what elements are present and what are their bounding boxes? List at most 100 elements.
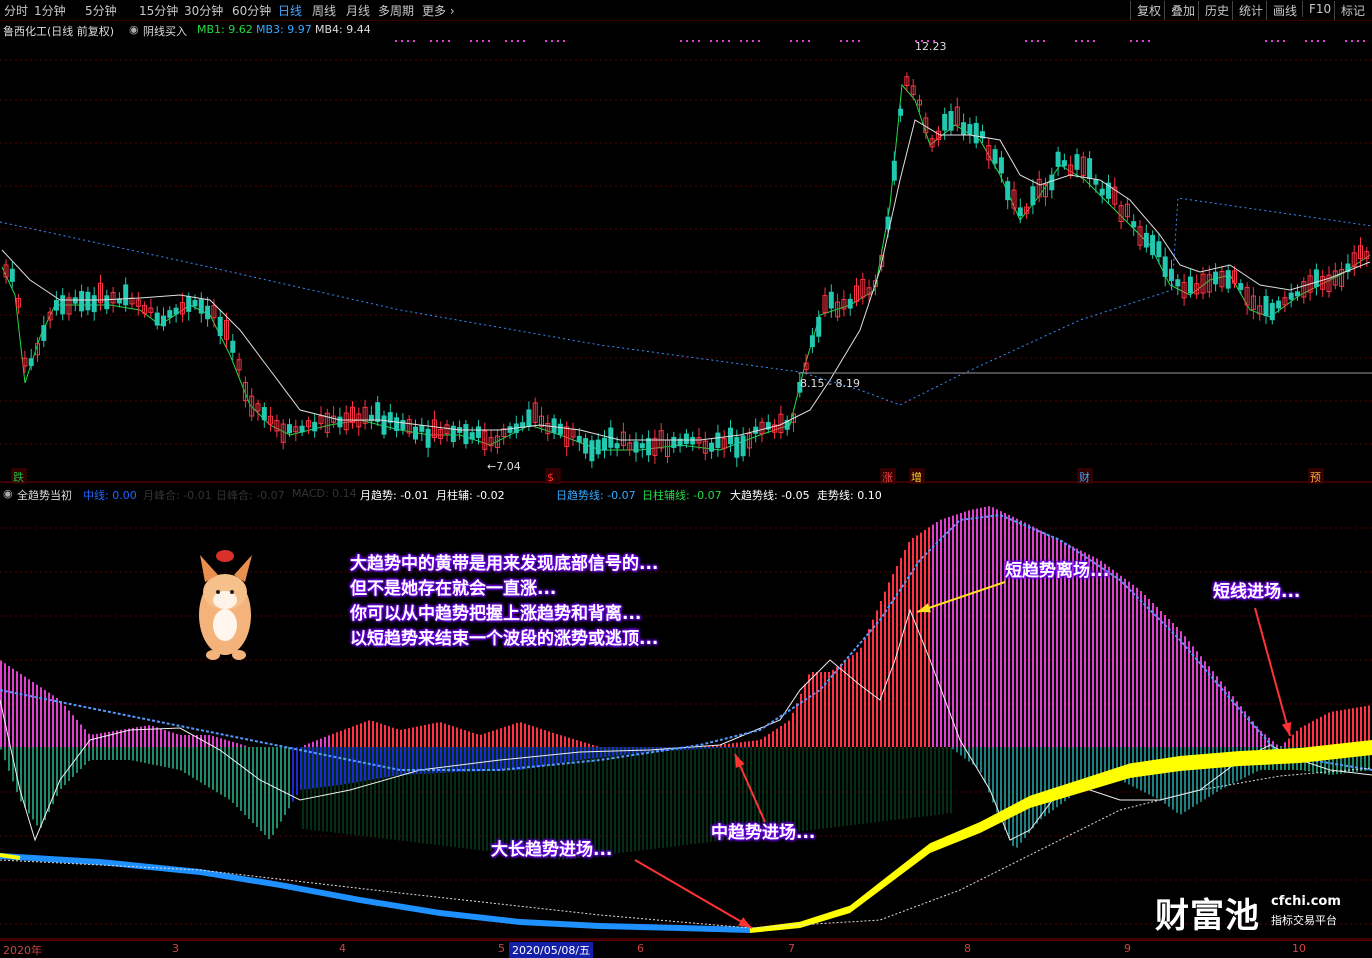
event-flag: 财 [1079,470,1090,484]
candle-body [9,268,15,282]
sub-indicator-toggle-icon[interactable]: ◉ [3,487,13,500]
candle-body [192,300,198,307]
date-axis: 2020年 3 4 5 2020/05/08/五 6 7 8 9 10 [0,940,1372,958]
event-flag: 跌 [13,470,24,484]
signal-dot [1265,40,1267,42]
brand-logo: 财富池 cfchi.com 指标交易平台 [1155,888,1341,937]
sub-indicator-title[interactable]: 全趋势当初 [17,487,72,503]
arrow-long-entry-head [738,917,752,928]
annotation-line: 大趋势中的黄带是用来发现底部信号的... [350,554,659,574]
candle-body [1238,283,1244,290]
signal-dot [430,40,432,42]
signal-dot [1148,40,1150,42]
candle-body [230,340,236,353]
candle-body [217,316,223,337]
signal-dot [1317,40,1319,42]
candle-body [173,307,179,315]
signal-dot [933,40,935,42]
signal-dot [740,40,742,42]
candle-body [898,108,904,116]
signal-dot [915,40,917,42]
candle-body [942,113,948,131]
signal-dot [1093,40,1095,42]
candle-body [1313,269,1319,288]
signal-dot [470,40,472,42]
candle-body [1162,256,1168,277]
candle-body [425,428,431,448]
oscillator-line [0,608,1372,842]
event-flag: 预 [1310,471,1321,484]
candle-body [507,426,513,433]
candle-body [734,437,740,458]
sub-panel-infobar: ◉ 全趋势当初 中线: 0.00 月峰合: -0.01 日峰合: -0.07 M… [0,485,1372,503]
legend-item: MACD: 0.14 [292,487,357,500]
signal-dot [1277,40,1279,42]
signal-dot [1130,40,1132,42]
candle-body [967,124,973,135]
candle-body [299,425,305,433]
signal-dot [563,40,565,42]
arrow-long-entry-shaft [634,859,753,929]
month-label: 7 [788,942,795,955]
trend-dashed-line [0,513,1372,771]
signal-dot [1037,40,1039,42]
candle-body [809,335,815,348]
month-label: 6 [637,942,644,955]
month-label: 9 [1124,942,1131,955]
signal-dot [442,40,444,42]
candle-body [1030,186,1036,206]
candle-body [375,402,381,422]
candle-body [557,423,563,435]
annotation-short-entry: 短线进场... [1213,582,1301,602]
candle-body [1099,188,1105,196]
signal-dot [758,40,760,42]
candle-body [715,432,721,449]
candle-body [337,416,343,428]
signal-dot [1363,40,1365,42]
legend-item: 月柱辅: -0.02 [436,489,505,502]
candle-body [973,122,979,144]
signal-dot [1081,40,1083,42]
event-flag: 涨 [882,471,893,484]
candle-body [633,441,639,453]
candle-body [53,300,59,311]
signal-dot [523,40,525,42]
candle-body [154,312,160,326]
legend-item: 日趋势线: -0.07 [556,489,636,502]
event-flag: $ [547,471,554,484]
annotation-line: 你可以从中趋势把握上涨趋势和背离... [350,604,642,624]
candle-body [1288,292,1294,300]
candle-body [1295,291,1300,297]
month-label: 8 [964,942,971,955]
event-flag: 增 [911,470,922,484]
signal-dot [517,40,519,42]
signal-dot [680,40,682,42]
candle-body [1074,154,1080,170]
candle-body [948,111,954,131]
signal-dot [1271,40,1273,42]
signal-dot [808,40,810,42]
signal-dot [482,40,484,42]
candle-body [123,284,129,306]
legend-item: 月趋势: -0.01 [360,489,429,502]
candle-body [639,443,645,449]
candle-body [961,122,967,136]
mascot-foot-icon [206,650,220,660]
signal-dot [746,40,748,42]
signal-dot [407,40,409,42]
annotation-line: 以短趋势来结束一个波段的涨势或逃顶... [350,629,659,649]
candle-body [828,291,834,309]
signal-dot [557,40,559,42]
brand-tagline: 指标交易平台 [1271,914,1337,927]
candle-body [1156,241,1162,258]
mascot-foot-icon [232,650,246,660]
candle-body [847,298,853,309]
long-trend-band [0,853,750,933]
brand-name: 财富池 [1155,896,1260,936]
annotation-mid-entry: 中趋势进场... [711,823,816,843]
candle-body [419,425,425,432]
candle-body [104,295,110,310]
chart-canvas[interactable]: 12.23 ←7.04 8.15 - 8.19 跌 $ 涨 增 财 预 [0,0,1372,956]
signal-dot [752,40,754,42]
candle-body [891,160,897,181]
